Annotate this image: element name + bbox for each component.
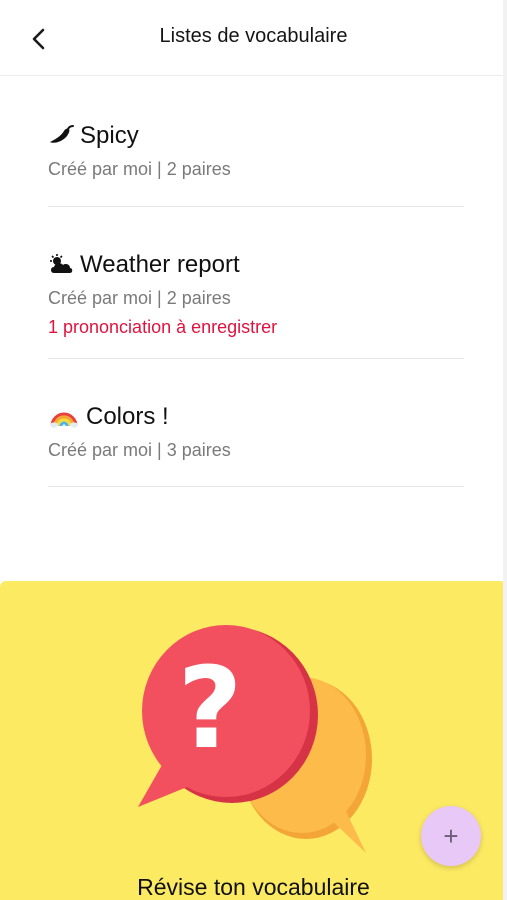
list-item-title: Weather report [80, 251, 240, 278]
list-item-subtitle: Créé par moi | 3 paires [48, 440, 231, 460]
list-item-colors[interactable]: Colors ! Créé par moi | 3 paires [48, 359, 464, 487]
question-speech-bubbles-icon: ? [138, 625, 372, 853]
list-item-title-row: Colors ! [48, 402, 464, 432]
chili-pepper-icon [48, 123, 74, 149]
promo-title: Révise ton vocabulaire [137, 874, 370, 900]
list-item-title: Colors ! [86, 403, 169, 430]
right-edge-divider [503, 0, 507, 900]
list-item-subtitle: Créé par moi | 2 paires [48, 159, 231, 179]
page-title: Listes de vocabulaire [159, 25, 348, 47]
list-item-subtitle: Créé par moi | 2 paires [48, 288, 231, 308]
list-item-title: Spicy [80, 122, 139, 149]
list-item-title-row: Spicy [48, 121, 464, 151]
cloud-sun-icon [48, 252, 74, 278]
plus-icon: + [443, 820, 459, 851]
add-list-button[interactable]: + [421, 806, 481, 866]
vocabulary-list: Spicy Créé par moi | 2 paires Weather re… [48, 76, 464, 487]
question-mark: ? [178, 644, 243, 774]
list-item-title-row: Weather report [48, 250, 464, 280]
top-bar: Listes de vocabulaire [0, 0, 507, 76]
pronunciation-warning: 1 prononciation à enregistrer [48, 317, 278, 337]
list-item-weather-report[interactable]: Weather report Créé par moi | 2 paires 1… [48, 207, 464, 359]
list-item-spicy[interactable]: Spicy Créé par moi | 2 paires [48, 76, 464, 207]
rainbow-icon [48, 404, 80, 430]
